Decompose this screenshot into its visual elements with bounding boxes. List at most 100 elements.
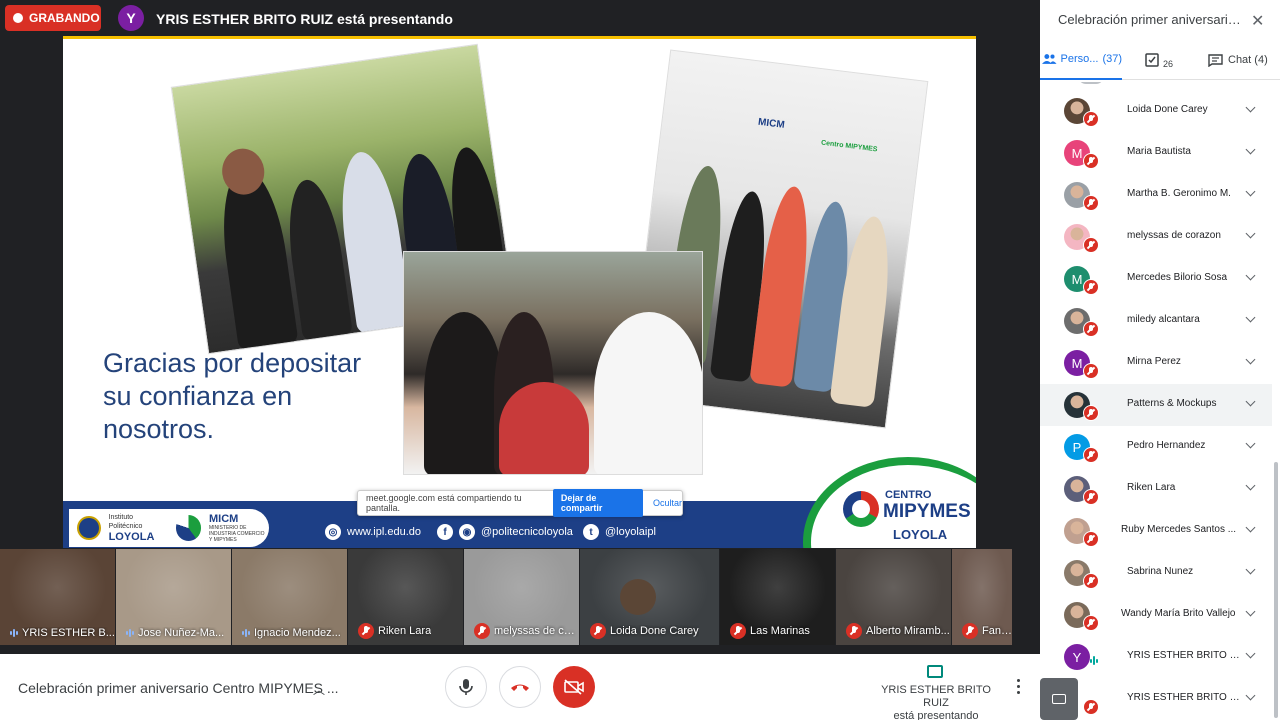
stop-sharing-button[interactable]: Dejar de compartir	[552, 489, 643, 517]
participant-name: Ruby Mercedes Santos ...	[1121, 524, 1237, 535]
people-sidebar: Celebración primer aniversario ... ✕ Per…	[1040, 0, 1280, 720]
participant-name: YRIS ESTHER BRITO RUIZ	[1127, 650, 1245, 661]
participant-tile[interactable]: melyssas de cor...	[464, 549, 579, 645]
participant-tile[interactable]: Fanny Valdez	[952, 549, 1012, 645]
presenter-avatar: Y	[118, 5, 144, 31]
mipymes-name-text: MIPYMES	[883, 501, 971, 522]
chevron-down-icon[interactable]	[1246, 566, 1256, 576]
participant-row[interactable]: melyssas de corazon	[1040, 216, 1272, 258]
shared-screen-slide: MICM Centro MIPYMES Gracias por deposita…	[63, 36, 976, 548]
chevron-down-icon[interactable]	[1246, 482, 1256, 492]
participant-tile[interactable]: Ignacio Mendez...	[232, 549, 347, 645]
screen-share-notice: meet.google.com está compartiendo tu pan…	[357, 489, 683, 517]
participant-row[interactable]: Riken Lara	[1040, 468, 1272, 510]
more-options-icon[interactable]	[1013, 679, 1023, 695]
chevron-down-icon[interactable]	[1246, 146, 1256, 156]
chevron-down-icon[interactable]	[1246, 608, 1256, 618]
chevron-down-icon[interactable]	[1246, 398, 1256, 408]
instagram-icon: ◉	[459, 524, 475, 540]
chevron-down-icon[interactable]	[1246, 314, 1256, 324]
loyola-small-text: Instituto Politécnico	[108, 514, 143, 530]
speaking-icon	[1090, 656, 1098, 665]
chevron-down-icon[interactable]	[1246, 272, 1256, 282]
participant-name: Mirna Perez	[1127, 356, 1181, 367]
participant-row[interactable]: P Pedro Hernandez	[1040, 426, 1272, 468]
microphone-button[interactable]	[445, 666, 487, 708]
participant-tile[interactable]: Riken Lara	[348, 549, 463, 645]
presenting-status[interactable]: YRIS ESTHER BRITO RUIZ está presentando	[872, 684, 1000, 720]
micm-logo-icon	[175, 515, 201, 541]
participant-row[interactable]: Martha B. Geronimo M.	[1040, 174, 1272, 216]
mic-off-icon	[590, 623, 606, 639]
tab-people-count: (37)	[1102, 53, 1122, 65]
avatar	[620, 579, 656, 615]
participant-tile[interactable]: Jose Nuñez-Ma...	[116, 549, 231, 645]
chevron-down-icon[interactable]	[1246, 692, 1256, 702]
mipymes-centro-text: CENTRO	[885, 489, 932, 501]
participant-tile[interactable]: Las Marinas	[720, 549, 835, 645]
mic-off-icon	[1083, 363, 1099, 379]
tile-name: melyssas de cor...	[464, 623, 579, 639]
participant-name: Jose Nuñez-Ma...	[138, 627, 225, 639]
tile-name: Riken Lara	[348, 623, 463, 639]
participant-name: Patterns & Mockups	[1127, 398, 1217, 409]
leave-call-button[interactable]	[499, 666, 541, 708]
participant-row[interactable]: M Mirna Perez	[1040, 342, 1272, 384]
mipymes-sign-text: Centro MIPYMES	[820, 139, 878, 154]
chevron-down-icon[interactable]	[1246, 230, 1256, 240]
participant-name: Pedro Hernandez	[1127, 440, 1206, 451]
participant-tile[interactable]: Alberto Miramb...	[836, 549, 951, 645]
loyola-logo-text: LOYOLA	[108, 531, 155, 543]
chevron-down-icon[interactable]	[1246, 188, 1256, 198]
participant-tile[interactable]: Loida Done Carey	[580, 549, 719, 645]
participant-row[interactable]: M Maria Bautista	[1040, 132, 1272, 174]
participant-name: Las Marinas	[750, 625, 810, 637]
presenting-icon[interactable]	[927, 665, 943, 678]
hide-button[interactable]: Ocultar	[653, 498, 682, 508]
chevron-down-icon[interactable]	[1246, 440, 1256, 450]
tile-name: Fanny Valdez	[952, 623, 1012, 639]
social-text: @politecnicoloyola	[481, 526, 573, 538]
tile-name: Loida Done Carey	[580, 623, 719, 639]
participant-row[interactable]: YRIS ESTHER BRITO RU...	[1040, 678, 1272, 720]
tile-name: Alberto Miramb...	[836, 623, 951, 639]
chevron-down-icon[interactable]	[1246, 104, 1256, 114]
participant-row[interactable]: M Mercedes Bilorio Sosa	[1040, 258, 1272, 300]
tab-chat-label: Chat (4)	[1228, 54, 1268, 66]
close-icon[interactable]: ✕	[1251, 11, 1264, 31]
participant-row[interactable]: Patterns & Mockups	[1040, 384, 1272, 426]
participant-row[interactable]: Y YRIS ESTHER BRITO RUIZ	[1040, 636, 1272, 678]
tab-people[interactable]: Perso... (37)	[1040, 40, 1122, 80]
speaking-icon	[126, 629, 134, 637]
participant-name: Mercedes Bilorio Sosa	[1127, 272, 1228, 283]
meeting-title[interactable]: Celebración primer aniversario Centro MI…	[18, 680, 339, 696]
mic-off-icon	[1083, 531, 1099, 547]
chevron-up-icon[interactable]: ︿	[313, 681, 325, 698]
slide-message: Gracias por depositar su confianza en no…	[103, 348, 362, 444]
participant-name: miledy alcantara	[1127, 314, 1200, 325]
camera-button[interactable]	[553, 666, 595, 708]
participant-row[interactable]: Loida Done Carey	[1040, 90, 1272, 132]
chevron-down-icon[interactable]	[1246, 650, 1256, 660]
participant-tile[interactable]: YRIS ESTHER B...	[0, 549, 115, 645]
presenting-label: está presentando	[893, 710, 979, 720]
chevron-down-icon[interactable]	[1246, 524, 1256, 534]
website-text: www.ipl.edu.do	[347, 526, 421, 538]
social-link: f ◉ @politecnicoloyola	[437, 524, 573, 540]
tab-chat[interactable]: Chat (4)	[1208, 40, 1278, 80]
participant-name: YRIS ESTHER B...	[22, 627, 115, 639]
tile-name: Ignacio Mendez...	[232, 627, 347, 639]
institution-logos: Instituto Politécnico LOYOLA MICM MINIST…	[69, 509, 269, 547]
mic-off-icon	[1083, 111, 1099, 127]
chevron-down-icon[interactable]	[1246, 356, 1256, 366]
participant-row[interactable]: miledy alcantara	[1040, 300, 1272, 342]
participant-name: Sabrina Nunez	[1127, 566, 1194, 577]
participant-row[interactable]: Ruby Mercedes Santos ...	[1040, 510, 1272, 552]
participant-name: melyssas de corazon	[1127, 230, 1221, 241]
participant-row[interactable]: Wandy María Brito Vallejo	[1040, 594, 1272, 636]
participant-row[interactable]: Sabrina Nunez	[1040, 552, 1272, 594]
tab-activities[interactable]: 26	[1145, 40, 1185, 80]
sidebar-scrollbar[interactable]	[1274, 462, 1278, 718]
participant-name: Loida Done Carey	[610, 625, 699, 637]
mic-off-icon	[1083, 279, 1099, 295]
